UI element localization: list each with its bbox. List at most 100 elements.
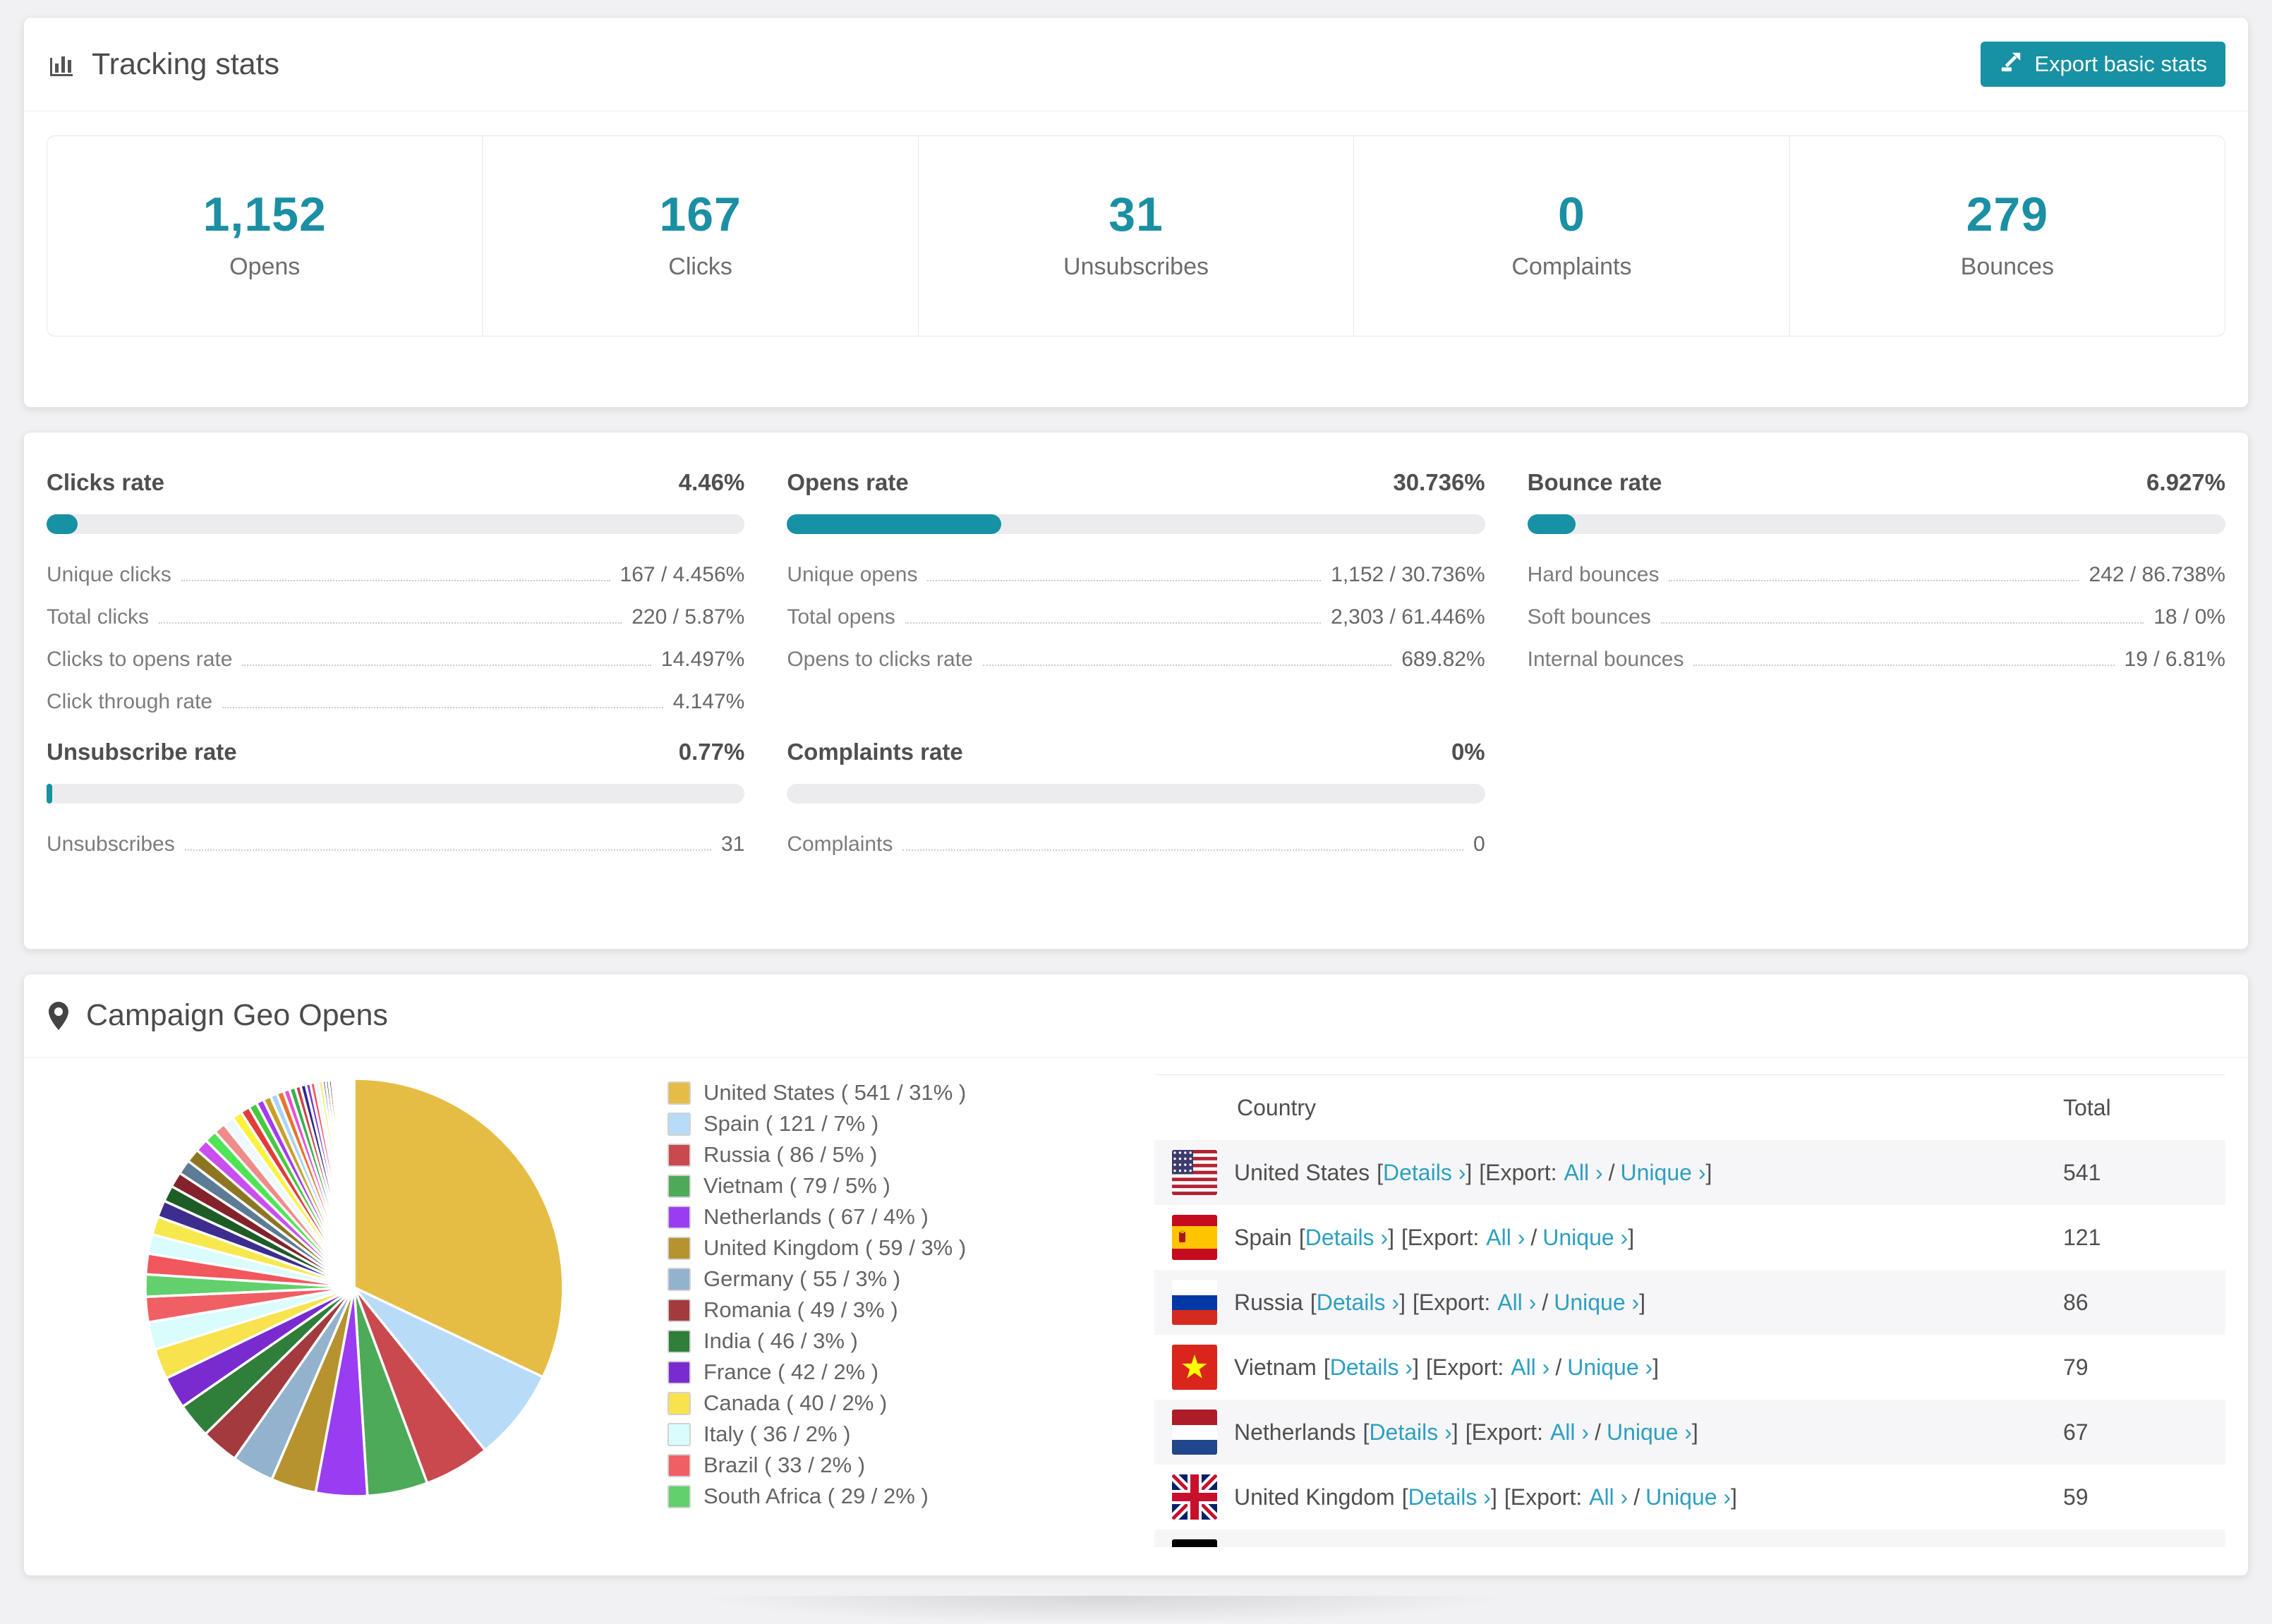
- details-link[interactable]: Details ›: [1330, 1355, 1413, 1380]
- slash-separator: /: [1555, 1354, 1562, 1380]
- legend-swatch: [667, 1484, 691, 1508]
- details-link[interactable]: Details ›: [1317, 1290, 1399, 1315]
- summary-value: 1,152: [203, 188, 327, 241]
- legend-swatch: [667, 1236, 691, 1260]
- bracket: ]: [1466, 1159, 1473, 1185]
- export-all-link[interactable]: All ›: [1564, 1160, 1603, 1185]
- geo-table: Country Total United States [Details ›] [Exp…: [1154, 1074, 2225, 1547]
- map-marker-icon: [47, 1001, 71, 1031]
- legend-item: United Kingdom ( 59 / 3% ): [667, 1232, 1154, 1264]
- legend-label: Russia ( 86 / 5% ): [703, 1142, 878, 1167]
- legend-item: Spain ( 121 / 7% ): [667, 1108, 1154, 1139]
- legend-swatch: [667, 1081, 691, 1105]
- export-unique-link[interactable]: Unique ›: [1554, 1290, 1639, 1315]
- rate-progress-fill: [47, 514, 78, 534]
- column-header-country: Country: [1237, 1094, 1317, 1120]
- geo-opens-pie-chart[interactable]: [141, 1074, 567, 1501]
- export-basic-stats-button[interactable]: Export basic stats: [1981, 42, 2225, 87]
- summary-strip: 1,152 Opens 167 Clicks 31 Unsubscribes 0 Compla…: [47, 135, 2225, 337]
- dotted-leader: [905, 622, 1322, 624]
- summary-cell-opens: 1,152 Opens: [47, 136, 482, 336]
- export-unique-link[interactable]: Unique ›: [1567, 1355, 1652, 1380]
- export-prefix: [Export:: [1479, 1159, 1557, 1185]
- legend-item: Russia ( 86 / 5% ): [667, 1139, 1154, 1170]
- export-unique-link[interactable]: Unique ›: [1621, 1160, 1706, 1185]
- export-unique-link[interactable]: Unique ›: [1542, 1225, 1628, 1250]
- legend-label: United Kingdom ( 59 / 3% ): [703, 1235, 967, 1260]
- rate-block-3: Unsubscribe rate 0.77% Unsubscribes 31: [47, 739, 745, 866]
- details-link[interactable]: Details ›: [1408, 1484, 1491, 1510]
- country-cell: United States [Details ›] [Export: All › / Un…: [1234, 1160, 2063, 1186]
- column-header-total: Total: [2063, 1094, 2111, 1120]
- slash-separator: /: [1530, 1224, 1537, 1250]
- flag-icon-ru: [1172, 1280, 1217, 1325]
- legend-item: South Africa ( 29 / 2% ): [667, 1481, 1154, 1512]
- rate-detail-row: Total opens 2,303 / 61.446%: [787, 596, 1485, 638]
- export-all-link[interactable]: All ›: [1486, 1225, 1525, 1250]
- rate-detail-label: Unique clicks: [47, 563, 171, 586]
- rate-detail-value: 0: [1473, 832, 1485, 856]
- legend-item: Canada ( 40 / 2% ): [667, 1388, 1154, 1419]
- table-row: United Kingdom [Details ›] [Export: All › / U…: [1154, 1465, 2225, 1529]
- bracket: ]: [1705, 1159, 1712, 1185]
- rate-detail-label: Unsubscribes: [47, 832, 175, 856]
- bracket: [: [1298, 1224, 1305, 1250]
- legend-swatch: [667, 1360, 691, 1384]
- total-cell: 67: [2063, 1419, 2089, 1445]
- rate-header: Clicks rate 4.46%: [47, 469, 744, 496]
- total-cell: 121: [2063, 1224, 2101, 1250]
- export-prefix: [Export:: [1425, 1354, 1504, 1380]
- export-unique-link[interactable]: Unique ›: [1645, 1484, 1731, 1510]
- rate-detail-label: Soft bounces: [1527, 605, 1651, 629]
- legend-label: France ( 42 / 2% ): [703, 1359, 879, 1384]
- rate-detail-label: Clicks to opens rate: [47, 648, 233, 671]
- rate-header: Complaints rate 0%: [787, 739, 1485, 765]
- rate-detail-row: Total clicks 220 / 5.87%: [47, 596, 744, 638]
- rate-detail-label: Hard bounces: [1527, 563, 1660, 586]
- rate-header: Opens rate 30.736%: [787, 469, 1485, 496]
- slash-separator: /: [1633, 1484, 1640, 1510]
- legend-item: Italy ( 36 / 2% ): [667, 1419, 1154, 1450]
- dotted-leader: [242, 665, 651, 666]
- legend-swatch: [667, 1422, 691, 1446]
- rate-detail-row: Hard bounces 242 / 86.738%: [1528, 554, 2225, 596]
- details-link[interactable]: Details ›: [1369, 1419, 1451, 1445]
- dotted-leader: [1669, 580, 2079, 581]
- country-cell: Vietnam [Details ›] [Export: All › / Unique ›…: [1234, 1355, 2063, 1381]
- rate-detail-value: 2,303 / 61.446%: [1331, 605, 1485, 629]
- export-unique-link[interactable]: Unique ›: [1607, 1419, 1692, 1445]
- details-link[interactable]: Details ›: [1305, 1225, 1388, 1250]
- export-prefix: [Export:: [1412, 1289, 1491, 1315]
- rate-detail-label: Total opens: [787, 605, 895, 629]
- rate-value: 0.77%: [678, 739, 745, 765]
- page-title: Tracking stats: [92, 47, 280, 81]
- slash-separator: /: [1595, 1419, 1601, 1445]
- tracking-stats-body: 1,152 Opens 167 Clicks 31 Unsubscribes 0 Compla…: [24, 135, 2248, 337]
- legend-swatch: [667, 1143, 691, 1167]
- export-all-link[interactable]: All ›: [1550, 1419, 1589, 1445]
- rate-detail-label: Unique opens: [787, 563, 918, 586]
- country-name: Spain: [1234, 1224, 1292, 1250]
- rate-title: Unsubscribe rate: [47, 739, 237, 765]
- details-link[interactable]: Details ›: [1383, 1160, 1466, 1185]
- tracking-stats-card: Tracking stats Export basic stats 1,152 O…: [23, 17, 2249, 408]
- legend-label: Romania ( 49 / 3% ): [703, 1297, 898, 1322]
- summary-label: Clicks: [668, 253, 732, 280]
- country-name: Vietnam: [1234, 1354, 1317, 1380]
- legend-label: Netherlands ( 67 / 4% ): [703, 1204, 929, 1229]
- dotted-leader: [184, 849, 711, 851]
- country-cell: United Kingdom [Details ›] [Export: All › / U…: [1234, 1484, 2063, 1510]
- export-all-link[interactable]: All ›: [1511, 1355, 1549, 1380]
- geo-legend: United States ( 541 / 31% ) Spain ( 121 /…: [667, 1077, 1154, 1547]
- legend-item: Netherlands ( 67 / 4% ): [667, 1201, 1154, 1232]
- legend-swatch: [667, 1329, 691, 1353]
- rate-detail-row: Click through rate 4.147%: [47, 681, 744, 723]
- export-all-link[interactable]: All ›: [1497, 1290, 1536, 1315]
- summary-cell-bounces: 279 Bounces: [1789, 136, 2225, 336]
- rate-block-2: Bounce rate 6.927% Hard bounces 242 / 86.73…: [1527, 469, 2225, 723]
- summary-cell-unsubscribes: 31 Unsubscribes: [917, 136, 1353, 336]
- bracket: [: [1401, 1484, 1408, 1510]
- slash-separator: /: [1542, 1289, 1549, 1315]
- export-all-link[interactable]: All ›: [1589, 1484, 1628, 1510]
- rate-title: Complaints rate: [787, 739, 963, 765]
